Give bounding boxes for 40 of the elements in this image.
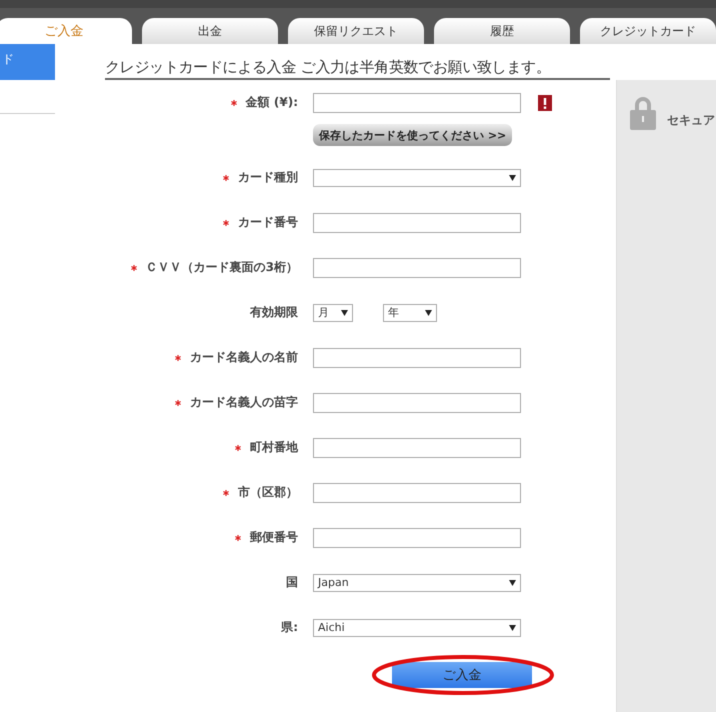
field-label: 町村番地	[250, 439, 298, 456]
field-label: カード種別	[238, 169, 298, 186]
sidebar-item[interactable]: ド	[0, 44, 55, 80]
field-label: カード名義人の名前	[190, 349, 298, 366]
tab[interactable]: 保留リクエスト	[288, 18, 424, 44]
tab[interactable]: 出金	[142, 18, 278, 44]
text-field[interactable]	[313, 528, 521, 548]
field-label: ＣＶＶ（カード裏面の3桁）	[146, 259, 298, 276]
text-field[interactable]	[313, 92, 521, 112]
field-label: 市（区郡）	[238, 484, 298, 501]
caret-icon	[425, 310, 432, 316]
tab[interactable]: クレジットカード	[580, 18, 716, 44]
month-dropdown[interactable]: 月	[313, 304, 353, 322]
text-field[interactable]	[313, 212, 521, 232]
dropdown[interactable]: Japan	[313, 574, 521, 592]
caret-icon	[509, 624, 516, 630]
tab[interactable]: 履歴	[434, 18, 570, 44]
text-field[interactable]	[313, 438, 521, 458]
field-label: 有効期限	[250, 304, 298, 321]
secure-label: セキュア	[667, 112, 715, 129]
text-field[interactable]	[313, 392, 521, 412]
field-label: 県:	[281, 619, 298, 636]
caret-icon	[509, 174, 516, 180]
field-label: 金額 (¥):	[246, 94, 298, 111]
field-label: カード名義人の苗字	[190, 394, 298, 411]
text-field[interactable]	[313, 258, 521, 278]
year-dropdown[interactable]: 年	[383, 304, 437, 322]
lock-icon	[629, 96, 657, 130]
dropdown[interactable]: Aichi	[313, 618, 521, 636]
dropdown[interactable]	[313, 168, 521, 186]
saved-card-button[interactable]: 保存したカードを使ってください >>	[313, 124, 512, 146]
field-label: カード番号	[238, 214, 298, 231]
text-field[interactable]	[313, 482, 521, 502]
caret-icon	[341, 310, 348, 316]
deposit-button[interactable]: ご入金	[392, 662, 532, 688]
field-label: 郵便番号	[250, 529, 298, 546]
form-title: クレジットカードによる入金 ご入力は半角英数でお願い致します。	[105, 44, 610, 80]
caret-icon	[509, 580, 516, 586]
text-field[interactable]	[313, 348, 521, 368]
field-label: 国	[286, 574, 298, 591]
